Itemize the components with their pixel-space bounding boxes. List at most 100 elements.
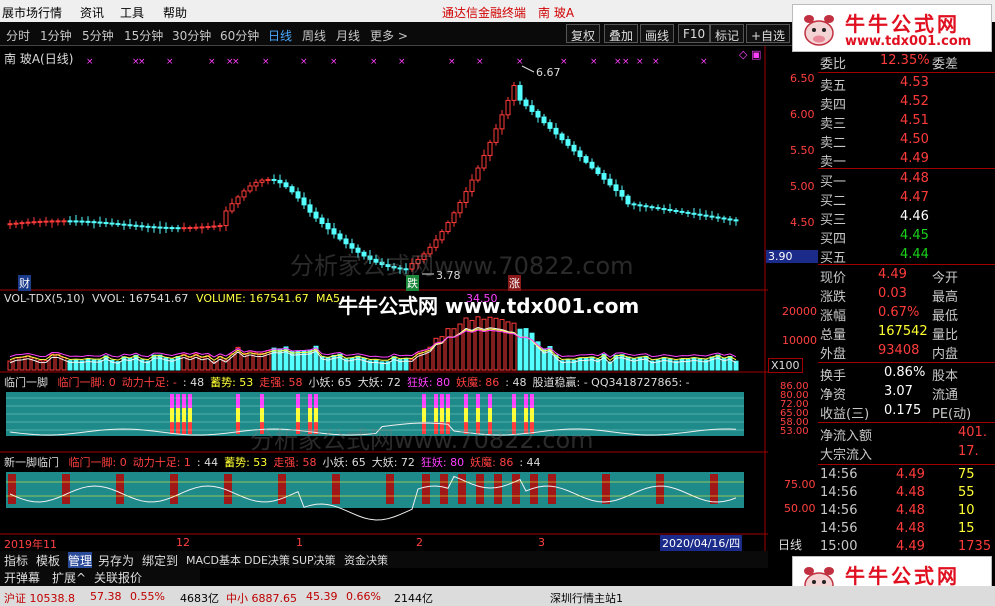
index1-amount: 4683亿 bbox=[180, 592, 219, 605]
tab-macd[interactable]: MACD基本 bbox=[186, 552, 241, 568]
overlay-button[interactable]: 叠加 bbox=[604, 24, 639, 43]
logo-url: www.tdx001.com bbox=[845, 34, 972, 49]
period-1min[interactable]: 1分钟 bbox=[40, 27, 72, 44]
menu-help[interactable]: 帮助 bbox=[163, 4, 187, 21]
flow-label: 大宗流入 bbox=[820, 448, 873, 463]
stat-label-2: PE(动) bbox=[932, 407, 972, 422]
period-15min[interactable]: 15分钟 bbox=[124, 27, 163, 44]
status-bar: 沪证 10538.8 57.38 0.55% 4683亿 中小 6887.65 … bbox=[0, 586, 995, 606]
flow-value: 401. bbox=[958, 425, 987, 440]
tab-sup[interactable]: SUP决策 bbox=[292, 552, 336, 568]
diamond-icon[interactable]: ◇ ▣ bbox=[739, 48, 761, 61]
volume-bar bbox=[355, 355, 361, 371]
related-quote-button[interactable]: 关联报价 bbox=[94, 569, 142, 586]
signal-marker: × bbox=[476, 57, 484, 67]
candle-body bbox=[715, 216, 721, 219]
period-daily[interactable]: 日线 bbox=[268, 27, 292, 44]
candle-body bbox=[451, 212, 457, 224]
tab-dde[interactable]: DDE决策 bbox=[244, 552, 290, 568]
tick-price: 4.48 bbox=[896, 485, 925, 500]
indicator-value: 狂妖: 80 bbox=[406, 376, 451, 389]
stat-value: 167542 bbox=[878, 324, 928, 339]
chart-area[interactable]: × × × × × × × × × × × × × × × × × × × × × × 南 玻A(日线) ◇ ▣ 6.50… bbox=[0, 46, 818, 552]
period-5min[interactable]: 5分钟 bbox=[82, 27, 114, 44]
candle-body bbox=[43, 220, 49, 223]
signal-marker: × bbox=[262, 57, 270, 67]
tab-save-as[interactable]: 另存为 bbox=[98, 552, 134, 569]
volume-bar bbox=[505, 321, 511, 371]
candle-body bbox=[139, 225, 145, 228]
signal-marker: × bbox=[614, 57, 622, 67]
tick-row: 14:56 4.48 15 bbox=[818, 520, 995, 539]
volume-value: VOLUME: 167541.67 bbox=[196, 292, 309, 305]
ask-row: 卖二 4.50 bbox=[818, 131, 995, 151]
period-60min[interactable]: 60分钟 bbox=[220, 27, 259, 44]
indicator-value: 临门一脚: 0 bbox=[68, 456, 127, 469]
indicator-value: 大妖: 72 bbox=[371, 456, 415, 469]
ask-price: 4.53 bbox=[900, 75, 929, 90]
tab-template[interactable]: 模板 bbox=[36, 552, 60, 569]
signal-marker: × bbox=[636, 57, 644, 67]
f10-button[interactable]: F10 bbox=[678, 24, 711, 43]
period-monthly[interactable]: 月线 bbox=[336, 27, 360, 44]
tick-row: 14:56 4.48 10 bbox=[818, 502, 995, 521]
candle-body bbox=[13, 222, 19, 225]
stat-row: 现价 4.49 今开 bbox=[818, 266, 995, 286]
period-weekly[interactable]: 周线 bbox=[302, 27, 326, 44]
server-status[interactable]: 深圳行情主站1 bbox=[550, 590, 623, 606]
index2-change: 45.39 bbox=[306, 590, 338, 603]
bid-row: 买三 4.46 bbox=[818, 208, 995, 228]
volume-bar bbox=[301, 350, 307, 371]
candle-body bbox=[301, 197, 307, 206]
watermark-faint-1: 分析家公式网www.70822.com bbox=[290, 252, 634, 280]
menu-market[interactable]: 展市场行情 bbox=[2, 4, 62, 21]
signal-marker: × bbox=[300, 57, 308, 67]
indicator-value: 临门一脚: 0 bbox=[57, 376, 116, 389]
candle-body bbox=[661, 208, 667, 211]
weidiff-label: 委差 bbox=[932, 57, 959, 72]
menu-news[interactable]: 资讯 bbox=[80, 4, 104, 21]
ask-level-label: 卖五 bbox=[820, 79, 847, 94]
tab-fund[interactable]: 资金决策 bbox=[344, 552, 388, 568]
stat-value: 4.49 bbox=[878, 267, 907, 282]
volume-bar bbox=[661, 357, 667, 371]
candle-body bbox=[103, 222, 109, 225]
expand-button[interactable]: 扩展^ bbox=[52, 569, 86, 586]
ind1-name[interactable]: 临门一脚 bbox=[4, 376, 48, 389]
candle-body bbox=[637, 204, 643, 207]
draw-line-button[interactable]: 画线 bbox=[640, 24, 675, 43]
adjust-button[interactable]: 复权 bbox=[566, 24, 601, 43]
candle-body bbox=[583, 156, 589, 163]
tab-bind-to[interactable]: 绑定到 bbox=[142, 552, 178, 569]
finance-tag[interactable]: 财 bbox=[18, 275, 31, 291]
ind2-name[interactable]: 新一脚临门 bbox=[4, 456, 59, 469]
candle-body bbox=[151, 226, 157, 229]
period-more[interactable]: 更多 > bbox=[370, 27, 408, 44]
candle-body bbox=[277, 179, 283, 184]
danmaku-button[interactable]: 开弹幕 bbox=[4, 569, 40, 586]
menu-tools[interactable]: 工具 bbox=[120, 4, 144, 21]
vol-indicator-name[interactable]: VOL-TDX(5,10) bbox=[4, 292, 85, 305]
tick-row: 14:56 4.48 55 bbox=[818, 484, 995, 503]
candle-body bbox=[547, 122, 553, 129]
tick-price: 4.49 bbox=[896, 467, 925, 482]
ind2-signal-bar bbox=[440, 474, 448, 504]
period-tick[interactable]: 分时 bbox=[6, 27, 30, 44]
candle-body bbox=[199, 226, 205, 229]
period-30min[interactable]: 30分钟 bbox=[172, 27, 211, 44]
candle-body bbox=[607, 178, 613, 186]
divider bbox=[818, 72, 995, 73]
candle-body bbox=[673, 209, 679, 212]
mark-button[interactable]: 标记 bbox=[710, 24, 745, 43]
indicator-value: : 44 bbox=[196, 456, 219, 469]
chart-title: 南 玻A(日线) bbox=[4, 52, 74, 66]
ind2-signal-bar bbox=[62, 474, 70, 504]
tab-manage[interactable]: 管理 bbox=[68, 552, 93, 569]
ind1-signal-bar bbox=[188, 408, 192, 422]
candle-body bbox=[295, 191, 301, 199]
tick-time: 14:56 bbox=[820, 485, 858, 500]
extra-tab-bar: 开弹幕 扩展^ 关联报价 bbox=[0, 568, 200, 586]
tab-indicator[interactable]: 指标 bbox=[4, 552, 28, 569]
add-watchlist-button[interactable]: +自选 bbox=[746, 24, 791, 43]
candle-body bbox=[439, 231, 445, 241]
